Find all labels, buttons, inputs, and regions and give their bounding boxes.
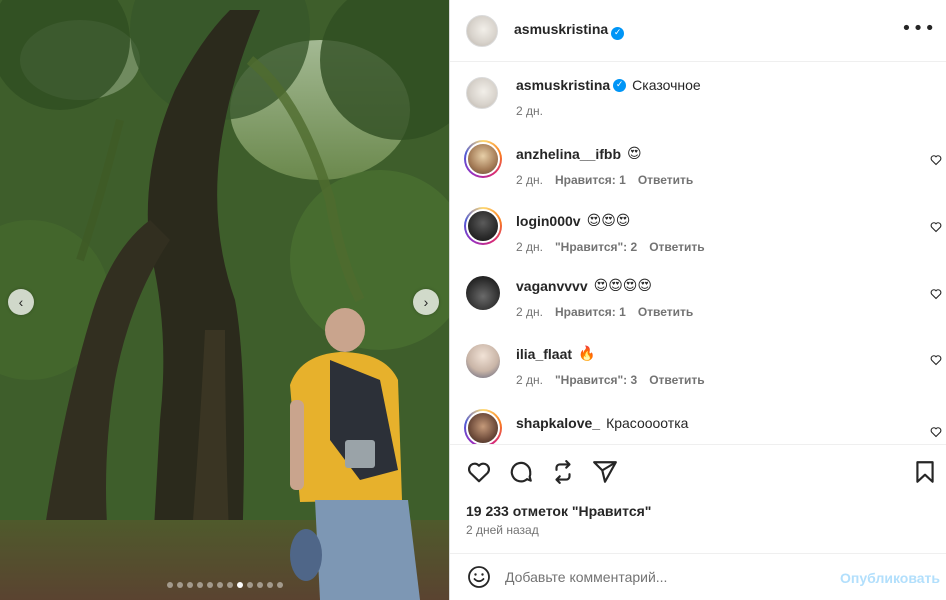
comment-like-heart-icon[interactable] (930, 288, 942, 300)
comment-username[interactable]: ilia_flaat (516, 346, 572, 362)
comment-time[interactable]: 2 дн. (516, 305, 543, 319)
comment-username[interactable]: vaganvvvv (516, 278, 588, 294)
commenter-avatar[interactable] (464, 140, 502, 178)
comment-text: 🔥 (578, 346, 596, 362)
forest-photo (0, 0, 449, 600)
publish-button[interactable]: Опубликовать (840, 570, 940, 586)
carousel-dot (186, 582, 193, 588)
carousel-dot (166, 582, 173, 588)
chevron-right-icon: › (423, 294, 429, 310)
commenter-avatar[interactable] (466, 344, 500, 378)
comment-text: 😍 (627, 146, 642, 162)
comment-item: vaganvvvv 😍😍😍😍 2 дн. Нравится: 1 Ответит… (464, 276, 946, 319)
carousel-dot (236, 582, 243, 588)
carousel-dot (266, 582, 273, 588)
verified-badge-icon: ✓ (613, 78, 627, 92)
reply-button[interactable]: Ответить (649, 240, 704, 254)
comment-time[interactable]: 2 дн. (516, 240, 543, 254)
comment-text: 😍😍😍😍 (593, 278, 652, 294)
carousel-dot (246, 582, 253, 588)
share-icon[interactable] (592, 459, 618, 485)
comment-item: shapkalove_ Красоооотка (464, 409, 946, 444)
carousel-dot (216, 582, 223, 588)
post-header: asmuskristina ✓ ••• (450, 0, 946, 62)
author-avatar[interactable] (466, 77, 498, 109)
comment-likes[interactable]: "Нравится": 3 (555, 373, 637, 387)
caption-time[interactable]: 2 дн. (516, 104, 543, 118)
repost-icon[interactable] (550, 459, 576, 485)
post-photo[interactable]: ‹ › (0, 0, 449, 600)
comment-text: Красоооотка (606, 415, 689, 431)
commenter-avatar[interactable] (464, 409, 502, 444)
comment-like-heart-icon[interactable] (930, 426, 942, 438)
carousel-dot (196, 582, 203, 588)
carousel-dot (226, 582, 233, 588)
commenter-avatar[interactable] (464, 207, 502, 245)
heart-icon[interactable] (466, 459, 492, 485)
comments-list[interactable]: asmuskristina ✓ Сказочное 2 дн. anzhelina… (450, 63, 946, 444)
caption-text: Сказочное (632, 77, 701, 93)
reply-button[interactable]: Ответить (649, 373, 704, 387)
author-avatar[interactable] (466, 14, 498, 47)
emoji-picker-icon[interactable] (467, 565, 491, 589)
commenter-avatar[interactable] (466, 276, 500, 310)
comment-time[interactable]: 2 дн. (516, 173, 543, 187)
comment-likes[interactable]: "Нравится": 2 (555, 240, 637, 254)
comment-like-heart-icon[interactable] (930, 354, 942, 366)
carousel-next-button[interactable]: › (413, 289, 439, 315)
comment-input[interactable] (505, 569, 825, 585)
post-caption: asmuskristina ✓ Сказочное 2 дн. (466, 77, 701, 118)
save-icon[interactable] (912, 459, 938, 485)
carousel-dot (176, 582, 183, 588)
carousel-dot (256, 582, 263, 588)
comment-item: ilia_flaat 🔥 2 дн. "Нравится": 3 Ответит… (464, 344, 946, 387)
reply-button[interactable]: Ответить (638, 305, 693, 319)
comment-username[interactable]: anzhelina__ifbb (516, 146, 621, 162)
carousel-dot (206, 582, 213, 588)
post-actions: 19 233 отметок "Нравится" 2 дней назад (450, 444, 946, 545)
post-side-panel: asmuskristina ✓ ••• asmuskristina ✓ Сказоч… (450, 0, 946, 600)
comment-time[interactable]: 2 дн. (516, 373, 543, 387)
chevron-left-icon: ‹ (18, 294, 24, 310)
reply-button[interactable]: Ответить (638, 173, 693, 187)
likes-count[interactable]: 19 233 отметок "Нравится" (466, 503, 651, 519)
author-username[interactable]: asmuskristina ✓ (514, 21, 625, 40)
carousel-prev-button[interactable]: ‹ (8, 289, 34, 315)
comment-username[interactable]: login000v (516, 213, 581, 229)
comment-like-heart-icon[interactable] (930, 221, 942, 233)
comment-likes[interactable]: Нравится: 1 (555, 173, 626, 187)
comment-like-heart-icon[interactable] (930, 154, 942, 166)
post-timestamp[interactable]: 2 дней назад (466, 523, 539, 537)
comment-likes[interactable]: Нравится: 1 (555, 305, 626, 319)
add-comment-bar: Опубликовать (450, 553, 946, 600)
comment-username[interactable]: shapkalove_ (516, 415, 600, 431)
verified-badge-icon: ✓ (611, 27, 625, 40)
carousel-indicator (0, 582, 449, 588)
caption-username[interactable]: asmuskristina (516, 77, 610, 93)
comment-item: anzhelina__ifbb 😍 2 дн. Нравится: 1 Отве… (464, 140, 946, 187)
carousel-dot (276, 582, 283, 588)
more-options-icon[interactable]: ••• (901, 20, 936, 38)
comment-icon[interactable] (508, 459, 534, 485)
comment-item: login000v 😍😍😍 2 дн. "Нравится": 2 Ответи… (464, 207, 946, 254)
comment-text: 😍😍😍 (586, 213, 631, 229)
